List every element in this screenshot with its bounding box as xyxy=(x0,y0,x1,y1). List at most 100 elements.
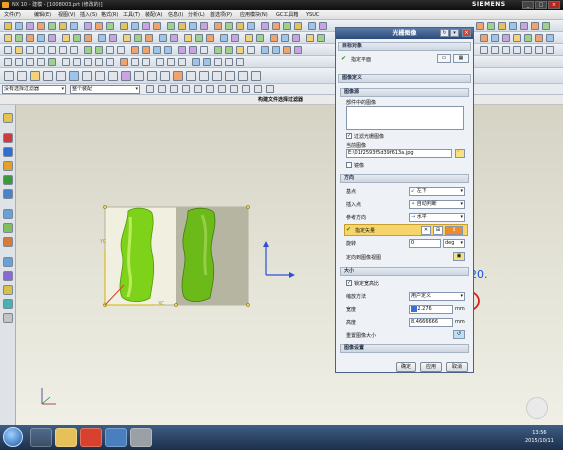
collapse-icon[interactable]: ▾ xyxy=(450,29,459,37)
constraint-icon[interactable] xyxy=(189,46,197,54)
chamfer-sketch-icon[interactable] xyxy=(95,46,103,54)
shaded-icon[interactable] xyxy=(487,22,495,30)
ref-direction-select[interactable]: → 水平 xyxy=(409,213,465,222)
bounded-plane-icon[interactable] xyxy=(48,34,56,42)
view-bottom-icon[interactable] xyxy=(535,34,543,42)
plane-dialog-icon[interactable]: ▦ xyxy=(453,54,469,63)
scale-body-icon[interactable] xyxy=(283,22,291,30)
mirror-feature-icon[interactable] xyxy=(178,22,186,30)
filter-image-checkbox[interactable]: ✓ xyxy=(346,133,352,139)
chamfer-icon[interactable] xyxy=(131,22,139,30)
curve-fillet-icon[interactable] xyxy=(62,58,70,66)
base-point-select[interactable]: ↙ 左下 xyxy=(409,187,465,196)
menu-analysis[interactable]: 分析(L) xyxy=(188,10,205,20)
quick-extend-icon[interactable] xyxy=(142,46,150,54)
curve-chamfer-icon[interactable] xyxy=(73,58,81,66)
point-on-face-icon[interactable] xyxy=(254,85,262,93)
layer-icon[interactable] xyxy=(220,34,228,42)
manufacturing-wizard-icon[interactable] xyxy=(3,299,13,309)
global-shaping-icon[interactable] xyxy=(145,34,153,42)
select-all-icon[interactable] xyxy=(502,46,510,54)
snap-icon[interactable] xyxy=(270,34,278,42)
view-top-icon[interactable] xyxy=(480,34,488,42)
apply-button[interactable]: 应用 xyxy=(420,362,442,372)
angular-dimension-icon[interactable] xyxy=(238,71,248,81)
scale-method-select[interactable]: 用户定义 xyxy=(409,292,465,301)
curve-ellipse-icon[interactable] xyxy=(106,58,114,66)
mirror-face-icon[interactable] xyxy=(212,71,222,81)
section-target[interactable]: 目标对象 xyxy=(338,42,471,51)
start-button-icon[interactable] xyxy=(3,427,23,447)
bounded-grid-icon[interactable] xyxy=(266,85,274,93)
close-button[interactable]: × xyxy=(548,1,560,9)
messenger-icon[interactable] xyxy=(30,428,52,447)
view-right-icon[interactable] xyxy=(502,34,510,42)
menu-edit[interactable]: 编辑(E) xyxy=(34,10,51,20)
curve-extract-icon[interactable] xyxy=(203,58,211,66)
curve-helix-icon[interactable] xyxy=(142,58,150,66)
offset-region-icon[interactable] xyxy=(147,71,157,81)
polygon-icon[interactable] xyxy=(70,46,78,54)
quadrant-point-icon[interactable] xyxy=(206,85,214,93)
arc-icon[interactable] xyxy=(37,46,45,54)
part-image-list[interactable] xyxy=(346,106,464,130)
orient-view-icon[interactable]: ▣ xyxy=(453,252,465,261)
rotate-icon[interactable] xyxy=(531,22,539,30)
face-blend-icon[interactable] xyxy=(159,34,167,42)
circle-icon[interactable] xyxy=(48,46,56,54)
insert-point-select[interactable]: ✦ 自动判断 xyxy=(409,200,465,209)
bridge-curve-icon[interactable] xyxy=(247,46,255,54)
grid-icon[interactable] xyxy=(281,34,289,42)
center-point-icon[interactable] xyxy=(194,85,202,93)
offset-face-icon[interactable] xyxy=(261,22,269,30)
menu-insert[interactable]: 插入(S) xyxy=(80,10,97,20)
curve-section-icon[interactable] xyxy=(192,58,200,66)
snap-point-icon[interactable] xyxy=(158,85,166,93)
browse-folder-icon[interactable]: 📁 xyxy=(455,149,465,158)
dialog-close-icon[interactable]: × xyxy=(462,29,471,37)
edit-parameters-icon[interactable] xyxy=(17,71,27,81)
section-settings[interactable]: 图像设置 xyxy=(340,344,469,353)
mesh-icon[interactable] xyxy=(26,34,34,42)
pattern-icon[interactable] xyxy=(167,22,175,30)
linear-dimension-icon[interactable] xyxy=(225,71,235,81)
maximize-button[interactable]: □ xyxy=(535,1,547,9)
reorder-feature-icon[interactable] xyxy=(82,71,92,81)
curve-wrap-icon[interactable] xyxy=(167,58,175,66)
finish-sketch-icon[interactable] xyxy=(294,46,302,54)
extension-icon[interactable] xyxy=(84,34,92,42)
copy-face-icon[interactable] xyxy=(186,71,196,81)
measure-icon[interactable] xyxy=(308,22,316,30)
replace-face-icon[interactable] xyxy=(160,71,170,81)
roles-icon[interactable] xyxy=(3,257,13,267)
image-viewer-icon[interactable] xyxy=(130,428,152,447)
redo-icon[interactable] xyxy=(317,34,325,42)
system-materials-icon[interactable] xyxy=(3,223,13,233)
styled-blend-icon[interactable] xyxy=(170,34,178,42)
resize-face-icon[interactable] xyxy=(134,71,144,81)
blend-icon[interactable] xyxy=(120,22,128,30)
rotation-input[interactable]: 0 xyxy=(409,239,441,248)
wcs-icon[interactable] xyxy=(231,34,239,42)
mirror-curve-icon[interactable] xyxy=(164,46,172,54)
new-icon[interactable] xyxy=(4,22,12,30)
rectangle-icon[interactable] xyxy=(59,46,67,54)
paste-face-icon[interactable] xyxy=(199,71,209,81)
curve-offset-icon[interactable] xyxy=(48,58,56,66)
conic-icon[interactable] xyxy=(117,46,125,54)
show-icon[interactable] xyxy=(256,34,264,42)
cancel-button[interactable]: 取消 xyxy=(446,362,468,372)
lock-aspect-checkbox[interactable]: ✓ xyxy=(346,280,352,286)
graphics-window[interactable]: YC XC 尺寸前面乘以20. xyxy=(16,105,563,425)
hide-icon[interactable] xyxy=(245,34,253,42)
view-iso-icon[interactable] xyxy=(513,34,521,42)
datum-plane-icon[interactable] xyxy=(214,22,222,30)
nx-app-icon[interactable] xyxy=(105,428,127,447)
section-image-source[interactable]: 图像源 xyxy=(340,88,469,97)
pan-icon[interactable] xyxy=(542,22,550,30)
offset-curve-icon[interactable] xyxy=(153,46,161,54)
render-icon[interactable] xyxy=(476,22,484,30)
revolve-icon[interactable] xyxy=(37,22,45,30)
reverse-direction-icon[interactable]: ✕ xyxy=(421,226,431,235)
trim-body-icon[interactable] xyxy=(189,22,197,30)
